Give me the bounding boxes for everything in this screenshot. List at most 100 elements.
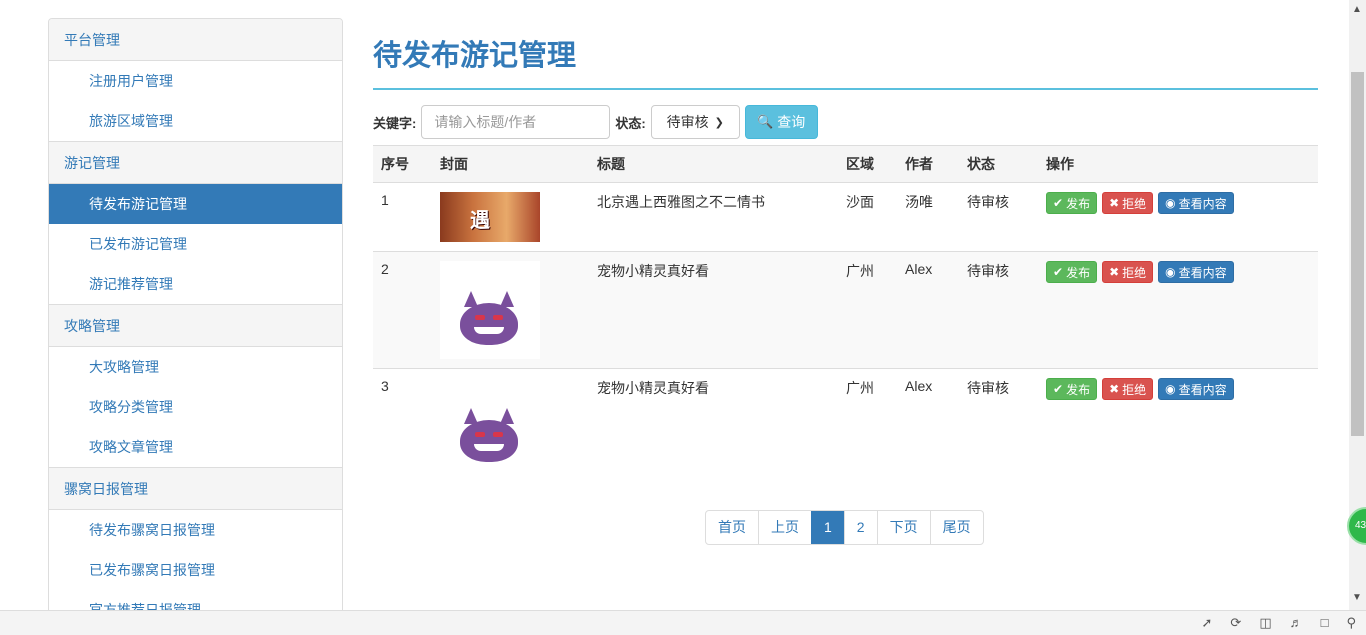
sidebar-item-published-daily[interactable]: 已发布骡窝日报管理: [49, 550, 342, 590]
col-index: 序号: [381, 156, 409, 172]
refresh-icon[interactable]: ⟳: [1230, 615, 1241, 631]
sidebar-item-guide-article[interactable]: 攻略文章管理: [49, 427, 342, 467]
zoom-icon[interactable]: ⚲: [1346, 615, 1356, 631]
sidebar-item-travel-regions[interactable]: 旅游区域管理: [49, 101, 342, 141]
trash-icon[interactable]: ◫: [1259, 615, 1271, 631]
row-region: 广州: [846, 380, 874, 396]
sidebar-group-guide-list: 大攻略管理 攻略分类管理 攻略文章管理: [49, 347, 342, 468]
gengar-illustration: [460, 408, 518, 462]
row-index: 1: [381, 192, 389, 208]
page-first[interactable]: 首页: [706, 511, 758, 544]
row-status: 待审核: [967, 194, 1009, 210]
scrollbar-thumb[interactable]: [1351, 72, 1364, 436]
row-actions: ✔ 发布 ✖ 拒绝 ◉ 查看内容: [1046, 192, 1310, 214]
pagination: 首页 上页 1 2 下页 尾页: [705, 510, 984, 545]
reject-button[interactable]: ✖ 拒绝: [1102, 261, 1154, 283]
row-region: 广州: [846, 263, 874, 279]
view-content-button[interactable]: ◉ 查看内容: [1158, 261, 1234, 283]
close-icon: ✖: [1109, 382, 1120, 396]
sidebar-group-travelogue-list: 待发布游记管理 已发布游记管理 游记推荐管理: [49, 184, 342, 305]
sidebar-item-registered-users[interactable]: 注册用户管理: [49, 61, 342, 101]
row-status: 待审核: [967, 263, 1009, 279]
row-author: Alex: [905, 378, 933, 394]
glasses-icon: ◉: [1165, 265, 1176, 279]
cover-image: [440, 261, 540, 359]
sidebar-group-guide[interactable]: 攻略管理: [49, 305, 342, 347]
sidebar-group-daily[interactable]: 骡窝日报管理: [49, 468, 342, 510]
row-index: 3: [381, 378, 389, 394]
search-icon: 🔍: [757, 114, 774, 129]
page-last[interactable]: 尾页: [929, 511, 983, 544]
table-row: 3 宠物小精灵真好看 广州 Alex 待审核 ✔ 发布 ✖ 拒绝 ◉ 查看内容: [373, 369, 1318, 486]
row-actions: ✔ 发布 ✖ 拒绝 ◉ 查看内容: [1046, 378, 1310, 400]
view-content-button[interactable]: ◉ 查看内容: [1158, 378, 1234, 400]
glasses-icon: ◉: [1165, 382, 1176, 396]
sidebar-group-platform-list: 注册用户管理 旅游区域管理: [49, 61, 342, 142]
page-title: 待发布游记管理: [373, 18, 1318, 90]
scroll-up-icon[interactable]: ▲: [1352, 4, 1362, 15]
reject-label: 拒绝: [1122, 382, 1147, 397]
check-icon: ✔: [1053, 196, 1064, 210]
status-label: 状态:: [615, 115, 646, 131]
speaker-icon[interactable]: ♬: [1290, 615, 1303, 631]
sidebar-item-big-guide[interactable]: 大攻略管理: [49, 347, 342, 387]
page-next[interactable]: 下页: [876, 511, 930, 544]
sidebar-item-published-travelogues[interactable]: 已发布游记管理: [49, 224, 342, 264]
publish-button[interactable]: ✔ 发布: [1046, 378, 1098, 400]
publish-label: 发布: [1066, 196, 1091, 211]
view-content-label: 查看内容: [1178, 196, 1227, 211]
view-content-button[interactable]: ◉ 查看内容: [1158, 192, 1234, 214]
view-content-label: 查看内容: [1178, 265, 1227, 280]
table-row: 1 遇 北京遇上西雅图之不二情书 沙面 汤唯 待审核 ✔ 发布 ✖ 拒绝 ◉ 查看内容: [373, 183, 1318, 252]
query-button-label: 查询: [777, 114, 806, 130]
row-index: 2: [381, 261, 389, 277]
row-region: 沙面: [846, 194, 874, 210]
page-prev[interactable]: 上页: [758, 511, 811, 544]
reject-button[interactable]: ✖ 拒绝: [1102, 378, 1154, 400]
close-icon: ✖: [1109, 196, 1120, 210]
keyword-input[interactable]: [421, 105, 611, 139]
status-select[interactable]: 待审核 ❯: [650, 105, 740, 139]
scroll-down-icon[interactable]: ▼: [1352, 592, 1362, 603]
chevron-down-icon: ❯: [714, 116, 724, 129]
row-author: 汤唯: [905, 194, 933, 210]
glasses-icon: ◉: [1165, 196, 1176, 210]
sidebar-group-travelogue[interactable]: 游记管理: [49, 142, 342, 184]
col-region: 区域: [846, 156, 874, 172]
publish-label: 发布: [1066, 382, 1091, 397]
row-status: 待审核: [967, 380, 1009, 396]
query-button[interactable]: 🔍 查询: [744, 105, 818, 139]
pin-icon[interactable]: ➚: [1202, 615, 1213, 631]
status-select-value: 待审核: [666, 114, 709, 130]
window-icon[interactable]: □: [1321, 615, 1329, 631]
publish-button[interactable]: ✔ 发布: [1046, 192, 1098, 214]
reject-button[interactable]: ✖ 拒绝: [1102, 192, 1154, 214]
filter-bar: 关键字: 状态: 待审核 ❯ 🔍 查询: [373, 99, 1318, 145]
page-1[interactable]: 1: [811, 511, 844, 544]
reject-label: 拒绝: [1122, 196, 1147, 211]
main-content: 待发布游记管理 关键字: 状态: 待审核 ❯ 🔍 查询 序号 封面 标题 区域 …: [373, 18, 1318, 485]
sidebar-item-pending-travelogues[interactable]: 待发布游记管理: [49, 184, 342, 224]
sidebar-item-travelogue-recommend[interactable]: 游记推荐管理: [49, 264, 342, 304]
row-title: 北京遇上西雅图之不二情书: [597, 194, 765, 210]
check-icon: ✔: [1053, 382, 1064, 396]
keyword-label: 关键字:: [373, 115, 417, 131]
travelogue-table: 序号 封面 标题 区域 作者 状态 操作 1 遇 北京遇上西雅图之不二情书 沙面…: [373, 145, 1318, 485]
publish-button[interactable]: ✔ 发布: [1046, 261, 1098, 283]
sidebar-group-daily-list: 待发布骡窝日报管理 已发布骡窝日报管理 官方推荐日报管理: [49, 510, 342, 617]
bottom-toolbar: ➚ ⟳ ◫ ♬ □ ⚲: [0, 610, 1366, 635]
col-status: 状态: [967, 156, 995, 172]
sidebar-group-platform[interactable]: 平台管理: [49, 19, 342, 61]
close-icon: ✖: [1109, 265, 1120, 279]
sidebar-item-guide-category[interactable]: 攻略分类管理: [49, 387, 342, 427]
cover-image: 遇: [440, 192, 540, 242]
col-cover: 封面: [440, 156, 468, 172]
sidebar: 平台管理 注册用户管理 旅游区域管理 游记管理 待发布游记管理 已发布游记管理 …: [48, 18, 343, 618]
sidebar-item-pending-daily[interactable]: 待发布骡窝日报管理: [49, 510, 342, 550]
cover-image: [440, 378, 540, 476]
page-2[interactable]: 2: [843, 511, 877, 544]
check-icon: ✔: [1053, 265, 1064, 279]
row-actions: ✔ 发布 ✖ 拒绝 ◉ 查看内容: [1046, 261, 1310, 283]
table-header-row: 序号 封面 标题 区域 作者 状态 操作: [373, 145, 1318, 183]
col-title: 标题: [597, 156, 625, 172]
